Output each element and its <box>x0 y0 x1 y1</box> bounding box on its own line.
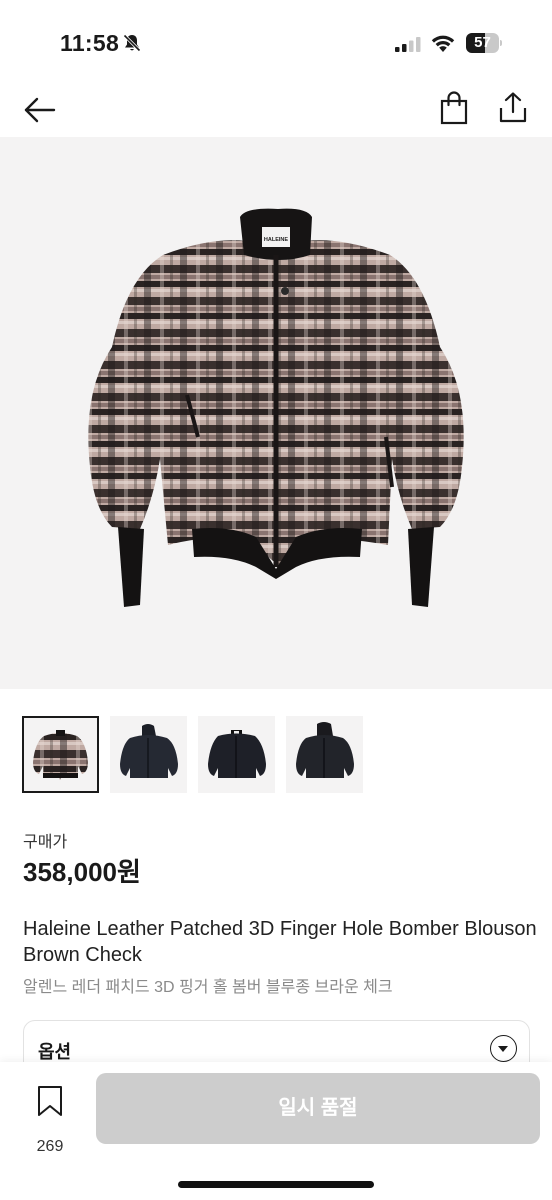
top-navigation <box>0 84 552 136</box>
bookmark-icon <box>38 1086 62 1116</box>
thumbnail-3[interactable] <box>198 716 275 793</box>
battery-icon: 57 <box>466 33 502 53</box>
shopping-bag-button[interactable] <box>436 90 472 126</box>
price-label: 구매가 <box>23 834 68 851</box>
bell-slash-icon <box>122 33 142 58</box>
home-indicator <box>178 1181 374 1188</box>
share-button[interactable] <box>495 90 531 126</box>
product-title: Haleine Leather Patched 3D Finger Hole B… <box>23 918 537 966</box>
jacket-image: HALEINE <box>88 208 464 607</box>
wishlist-button[interactable]: 269 <box>26 1084 74 1155</box>
wifi-icon <box>430 34 456 58</box>
thumbnail-image <box>296 722 354 778</box>
product-title-korean: 알렌느 레더 패치드 3D 핑거 홀 봄버 블루종 브라운 체크 <box>23 979 393 996</box>
arrow-left-icon <box>24 97 56 123</box>
wishlist-count: 269 <box>36 1138 64 1155</box>
share-icon <box>499 92 527 123</box>
thumbnail-1[interactable] <box>22 716 99 793</box>
thumbnail-2[interactable] <box>110 716 187 793</box>
signal-icon <box>394 36 422 57</box>
battery-level: 57 <box>474 34 491 51</box>
thumbnail-image <box>120 724 178 778</box>
options-label: 옵션 <box>38 1042 72 1062</box>
thumbnail-image <box>208 730 266 778</box>
price-value: 358,000원 <box>23 857 141 887</box>
thumbnail-4[interactable] <box>286 716 363 793</box>
status-time: 11:58 <box>60 30 120 56</box>
product-detail-screen: 11:58 57 HALEINE 구매가 358,000원 Haleine Le… <box>0 0 552 1200</box>
bottom-action-bar: 269 일시 품절 <box>0 1062 552 1200</box>
shopping-bag-icon <box>440 91 468 125</box>
brand-label: HALEINE <box>264 237 288 243</box>
status-bar: 11:58 57 <box>0 0 552 84</box>
product-image[interactable]: HALEINE <box>0 137 552 689</box>
thumbnail-image <box>33 730 88 780</box>
thumbnail-strip <box>22 716 542 796</box>
chevron-down-icon[interactable] <box>490 1035 517 1062</box>
sold-out-button[interactable]: 일시 품절 <box>96 1073 540 1144</box>
back-button[interactable] <box>22 92 58 128</box>
